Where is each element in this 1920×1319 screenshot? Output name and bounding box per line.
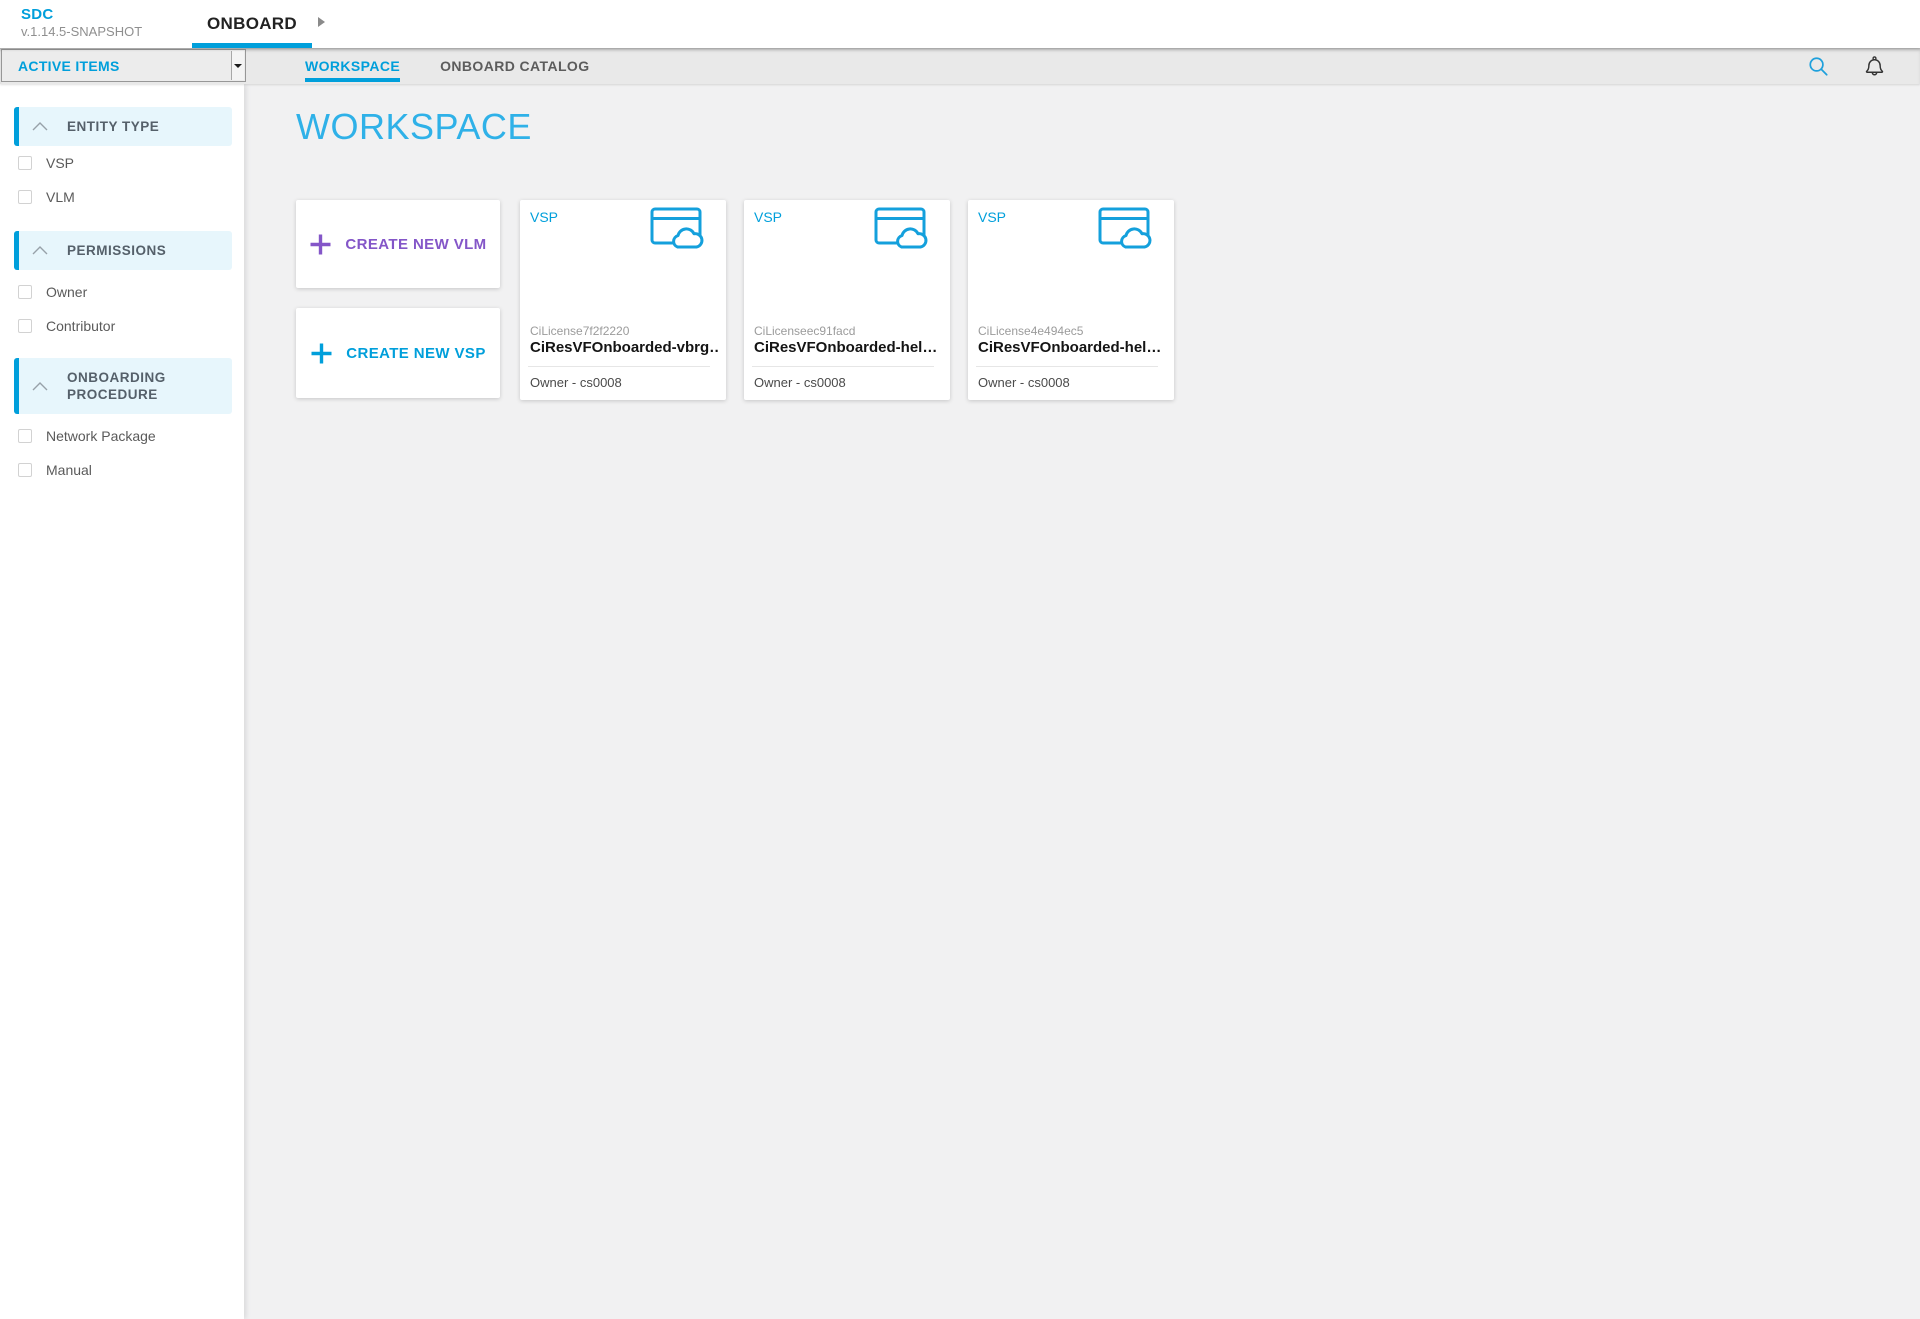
- dropdown-arrow-icon[interactable]: [231, 51, 244, 80]
- vlm-checkbox[interactable]: [18, 190, 32, 204]
- vsp-tile[interactable]: VSP CiLicense7f2f2220 CiResVFOnboarded-v…: [520, 200, 726, 400]
- tile-divider: [976, 366, 1158, 367]
- app-version: v.1.14.5-SNAPSHOT: [21, 25, 142, 38]
- create-new-vlm-button[interactable]: CREATE NEW VLM: [296, 200, 500, 288]
- filter-section-permissions[interactable]: PERMISSIONS: [14, 231, 232, 270]
- tile-license-id: CiLicense7f2f2220: [530, 324, 629, 338]
- vsp-cloud-icon: [650, 207, 706, 251]
- tile-type-label: VSP: [978, 209, 1006, 225]
- manual-checkbox[interactable]: [18, 463, 32, 477]
- tile-owner: Owner - cs0008: [530, 375, 622, 390]
- create-new-vlm-label: CREATE NEW VLM: [345, 236, 486, 253]
- filter-option-label: VLM: [46, 189, 75, 205]
- tile-name: CiResVFOnboarded-hel…: [754, 339, 942, 356]
- create-new-vsp-button[interactable]: CREATE NEW VSP: [296, 308, 500, 398]
- tab-onboard-catalog-label: ONBOARD CATALOG: [440, 58, 589, 74]
- search-icon[interactable]: [1808, 56, 1829, 77]
- filter-section-title: ENTITY TYPE: [67, 118, 159, 135]
- tile-divider: [752, 366, 934, 367]
- vsp-cloud-icon: [1098, 207, 1154, 251]
- tab-onboard[interactable]: ONBOARD: [192, 0, 312, 48]
- tile-type-label: VSP: [530, 209, 558, 225]
- tile-license-id: CiLicenseec91facd: [754, 324, 855, 338]
- tile-name: CiResVFOnboarded-hel…: [978, 339, 1166, 356]
- filter-option-vlm[interactable]: VLM: [18, 180, 244, 214]
- filter-option-label: Owner: [46, 284, 87, 300]
- filter-section-title: ONBOARDING PROCEDURE: [67, 369, 217, 403]
- filter-option-vsp[interactable]: VSP: [18, 146, 244, 180]
- owner-checkbox[interactable]: [18, 285, 32, 299]
- plus-icon: [309, 233, 332, 256]
- plus-icon: [310, 342, 333, 365]
- app-header: SDC v.1.14.5-SNAPSHOT ONBOARD: [0, 0, 1920, 48]
- filter-option-label: Network Package: [46, 428, 156, 444]
- tile-type-label: VSP: [754, 209, 782, 225]
- filter-option-label: VSP: [46, 155, 74, 171]
- filter-option-manual[interactable]: Manual: [18, 453, 244, 487]
- network-package-checkbox[interactable]: [18, 429, 32, 443]
- tile-divider: [528, 366, 710, 367]
- filter-section-title: PERMISSIONS: [67, 242, 166, 259]
- filter-section-onboarding-procedure[interactable]: ONBOARDING PROCEDURE: [14, 358, 232, 414]
- filter-option-network-package[interactable]: Network Package: [18, 419, 244, 453]
- vsp-checkbox[interactable]: [18, 156, 32, 170]
- chevron-up-icon[interactable]: [32, 246, 48, 255]
- workspace-content: WORKSPACE CREATE NEW VLM CREATE NEW VSP …: [244, 84, 1920, 1319]
- chevron-up-icon[interactable]: [32, 122, 48, 131]
- chevron-up-icon[interactable]: [32, 382, 48, 391]
- bell-icon[interactable]: [1863, 54, 1886, 78]
- vsp-tile[interactable]: VSP CiLicense4e494ec5 CiResVFOnboarded-h…: [968, 200, 1174, 400]
- filter-option-owner[interactable]: Owner: [18, 275, 244, 309]
- tile-license-id: CiLicense4e494ec5: [978, 324, 1083, 338]
- vsp-tile[interactable]: VSP CiLicenseec91facd CiResVFOnboarded-h…: [744, 200, 950, 400]
- tab-workspace[interactable]: WORKSPACE: [305, 48, 400, 84]
- tile-name: CiResVFOnboarded-vbrg…: [530, 339, 718, 356]
- app-logo[interactable]: SDC v.1.14.5-SNAPSHOT: [21, 7, 142, 38]
- filter-option-label: Manual: [46, 462, 92, 478]
- tab-onboard-active-indicator: [192, 43, 312, 48]
- active-items-select-value: ACTIVE ITEMS: [18, 58, 120, 74]
- sdc-onboard-page: SDC v.1.14.5-SNAPSHOT ONBOARD ACTIVE ITE…: [0, 0, 1920, 1319]
- right-triangle-icon[interactable]: [318, 17, 325, 27]
- tab-onboard-label: ONBOARD: [207, 14, 297, 34]
- filter-option-label: Contributor: [46, 318, 115, 334]
- filter-section-entity-type[interactable]: ENTITY TYPE: [14, 107, 232, 146]
- navbar-icons: [1808, 48, 1886, 84]
- page-title: WORKSPACE: [296, 106, 532, 148]
- tile-owner: Owner - cs0008: [978, 375, 1070, 390]
- sub-navbar: ACTIVE ITEMS WORKSPACE ONBOARD CATALOG: [0, 48, 1920, 84]
- app-name: SDC: [21, 7, 142, 22]
- active-items-select[interactable]: ACTIVE ITEMS: [1, 49, 246, 82]
- filter-sidebar: ENTITY TYPE VSP VLM PERMISSIONS Owner Co…: [0, 84, 244, 1319]
- tile-owner: Owner - cs0008: [754, 375, 846, 390]
- tab-onboard-catalog[interactable]: ONBOARD CATALOG: [440, 48, 589, 84]
- vsp-cloud-icon: [874, 207, 930, 251]
- filter-option-contributor[interactable]: Contributor: [18, 309, 244, 343]
- tab-workspace-label: WORKSPACE: [305, 58, 400, 74]
- create-new-vsp-label: CREATE NEW VSP: [346, 345, 486, 362]
- catalog-tabs: WORKSPACE ONBOARD CATALOG: [305, 48, 589, 84]
- contributor-checkbox[interactable]: [18, 319, 32, 333]
